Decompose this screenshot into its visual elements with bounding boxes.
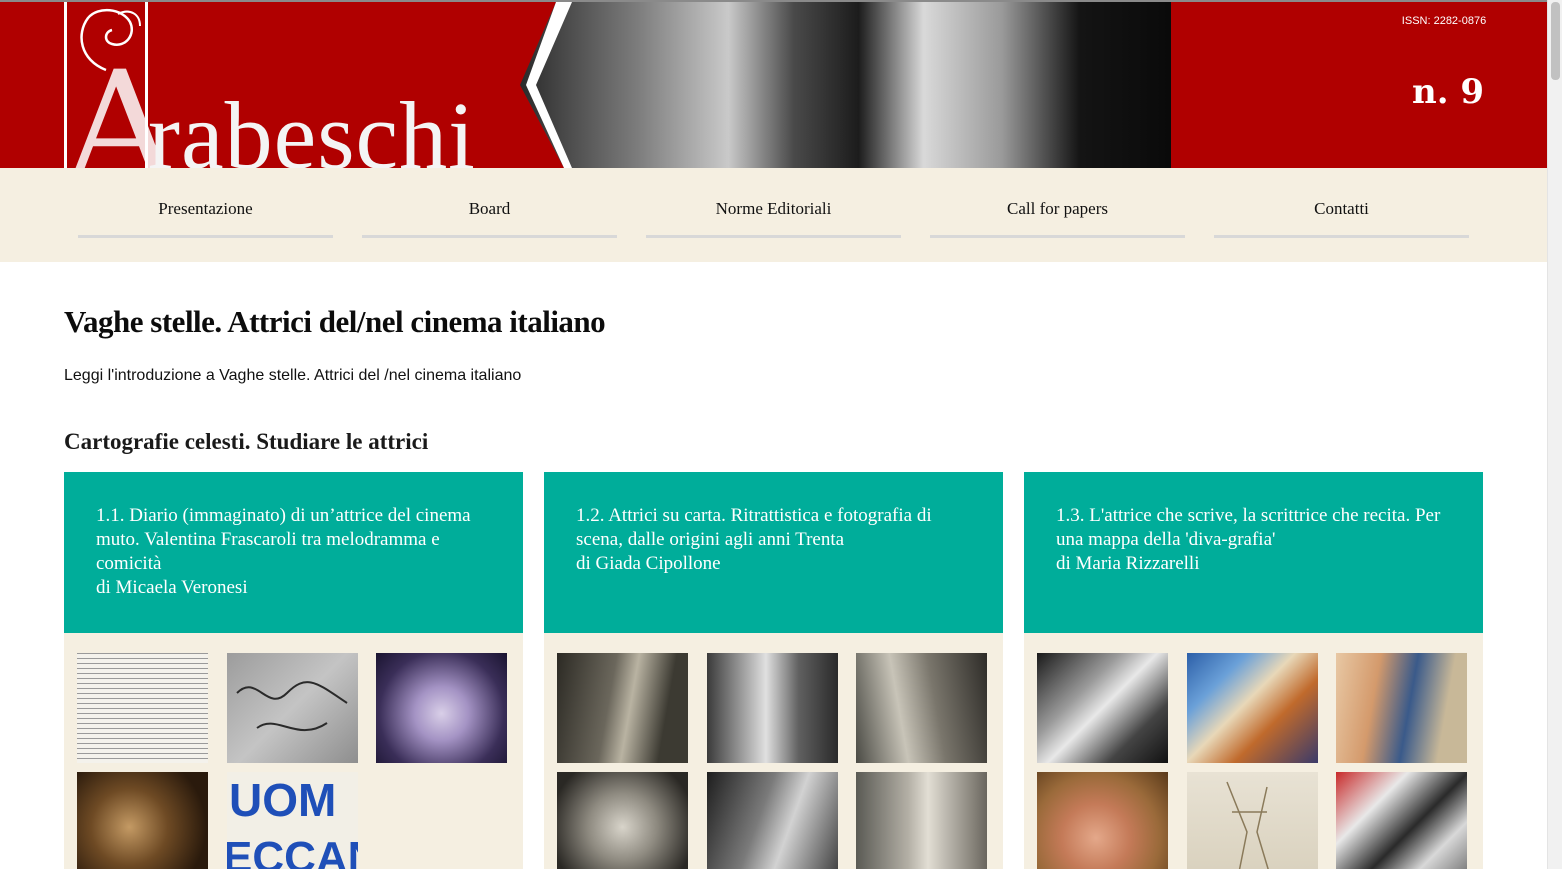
thumbnail-book-covers[interactable]: [1187, 653, 1318, 763]
thumbnail-photo-5[interactable]: [707, 772, 838, 869]
issue-number: n. 9: [1412, 72, 1485, 112]
logo-wordmark: rabeschi: [148, 82, 476, 169]
nav-item-call-for-papers[interactable]: Call for papers: [930, 168, 1185, 238]
thumbnail-collage-covers[interactable]: [1336, 772, 1467, 869]
thumbnail-newspaper[interactable]: [77, 653, 208, 763]
card-author: di Giada Cipollone: [576, 553, 721, 574]
card-header[interactable]: 1.3. L'attrice che scrive, la scrittrice…: [1024, 472, 1483, 633]
main-nav: Presentazione Board Norme Editoriali Cal…: [0, 168, 1547, 262]
thumbnail-portrait-sepia[interactable]: [77, 772, 208, 869]
card-author: di Maria Rizzarelli: [1056, 553, 1200, 574]
article-card-3[interactable]: 1.3. L'attrice che scrive, la scrittrice…: [1024, 472, 1483, 869]
article-card-1[interactable]: 1.1. Diario (immaginato) di un’attrice d…: [64, 472, 523, 869]
card-title[interactable]: 1.1. Diario (immaginato) di un’attrice d…: [96, 505, 471, 574]
nav-item-contatti[interactable]: Contatti: [1214, 168, 1469, 238]
thumbnail-photo-6[interactable]: [856, 772, 987, 869]
card-header[interactable]: 1.1. Diario (immaginato) di un’attrice d…: [64, 472, 523, 633]
site-logo[interactable]: A rabeschi: [64, 2, 554, 168]
card-title[interactable]: 1.3. L'attrice che scrive, la scrittrice…: [1056, 505, 1440, 550]
thumbnail-portrait-color[interactable]: [1037, 772, 1168, 869]
page-scrollbar[interactable]: [1547, 0, 1562, 869]
site-header: A rabeschi ISSN: 2282-0876 n. 9: [0, 2, 1547, 168]
card-author: di Micaela Veronesi: [96, 577, 248, 598]
section-title: Cartografie celesti. Studiare le attrici: [64, 429, 429, 454]
thumbnail-portrait-purple[interactable]: [376, 653, 507, 763]
thumbnail-poster-blue[interactable]: UOM ECCANI: [227, 772, 358, 869]
thumbnail-collage-bw[interactable]: [1037, 653, 1168, 763]
thumbnail-photo-3[interactable]: [856, 653, 987, 763]
thumbnail-book-writer[interactable]: [1336, 653, 1467, 763]
thumbnail-signature[interactable]: [227, 653, 358, 763]
thumbnail-photo-4[interactable]: [557, 772, 688, 869]
thumbnail-photo-1[interactable]: [557, 653, 688, 763]
card-header[interactable]: 1.2. Attrici su carta. Ritrattistica e f…: [544, 472, 1003, 633]
thumbnail-sketch[interactable]: [1187, 772, 1318, 869]
intro-link[interactable]: Leggi l'introduzione a Vaghe stelle. Att…: [64, 367, 521, 385]
card-title[interactable]: 1.2. Attrici su carta. Ritrattistica e f…: [576, 505, 932, 550]
nav-item-board[interactable]: Board: [362, 168, 617, 238]
issn-label: ISSN: 2282-0876: [1401, 15, 1487, 27]
nav-item-norme-editoriali[interactable]: Norme Editoriali: [646, 168, 901, 238]
header-film-still: [520, 2, 1171, 168]
nav-item-presentazione[interactable]: Presentazione: [78, 168, 333, 238]
scrollbar-thumb[interactable]: [1551, 2, 1560, 80]
article-card-2[interactable]: 1.2. Attrici su carta. Ritrattistica e f…: [544, 472, 1003, 869]
thumbnail-photo-2[interactable]: [707, 653, 838, 763]
svg-text:UOM: UOM: [229, 774, 336, 826]
svg-text:ECCANI: ECCANI: [227, 833, 358, 869]
header-chevron-shape: [526, 2, 572, 168]
page-title: Vaghe stelle. Attrici del/nel cinema ita…: [64, 304, 606, 339]
